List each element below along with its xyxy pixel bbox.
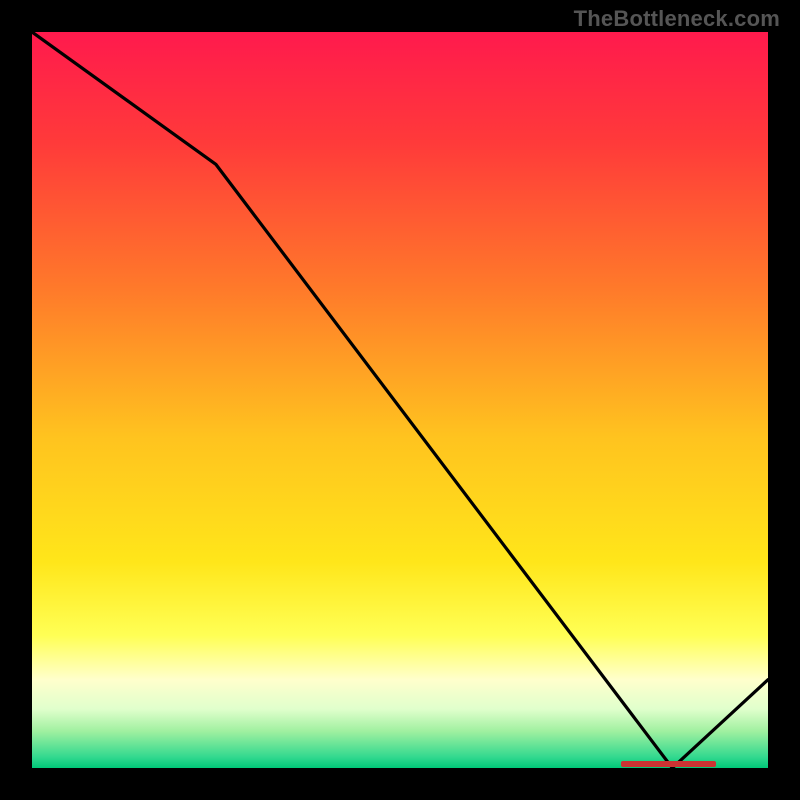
- valley-highlight: [621, 761, 717, 767]
- chart-root: TheBottleneck.com: [0, 0, 800, 800]
- gradient-rect: [32, 32, 768, 768]
- gradient-background: [32, 32, 768, 768]
- plot-frame: [32, 32, 768, 768]
- attribution-label: TheBottleneck.com: [574, 6, 780, 32]
- plot-area: [32, 32, 768, 768]
